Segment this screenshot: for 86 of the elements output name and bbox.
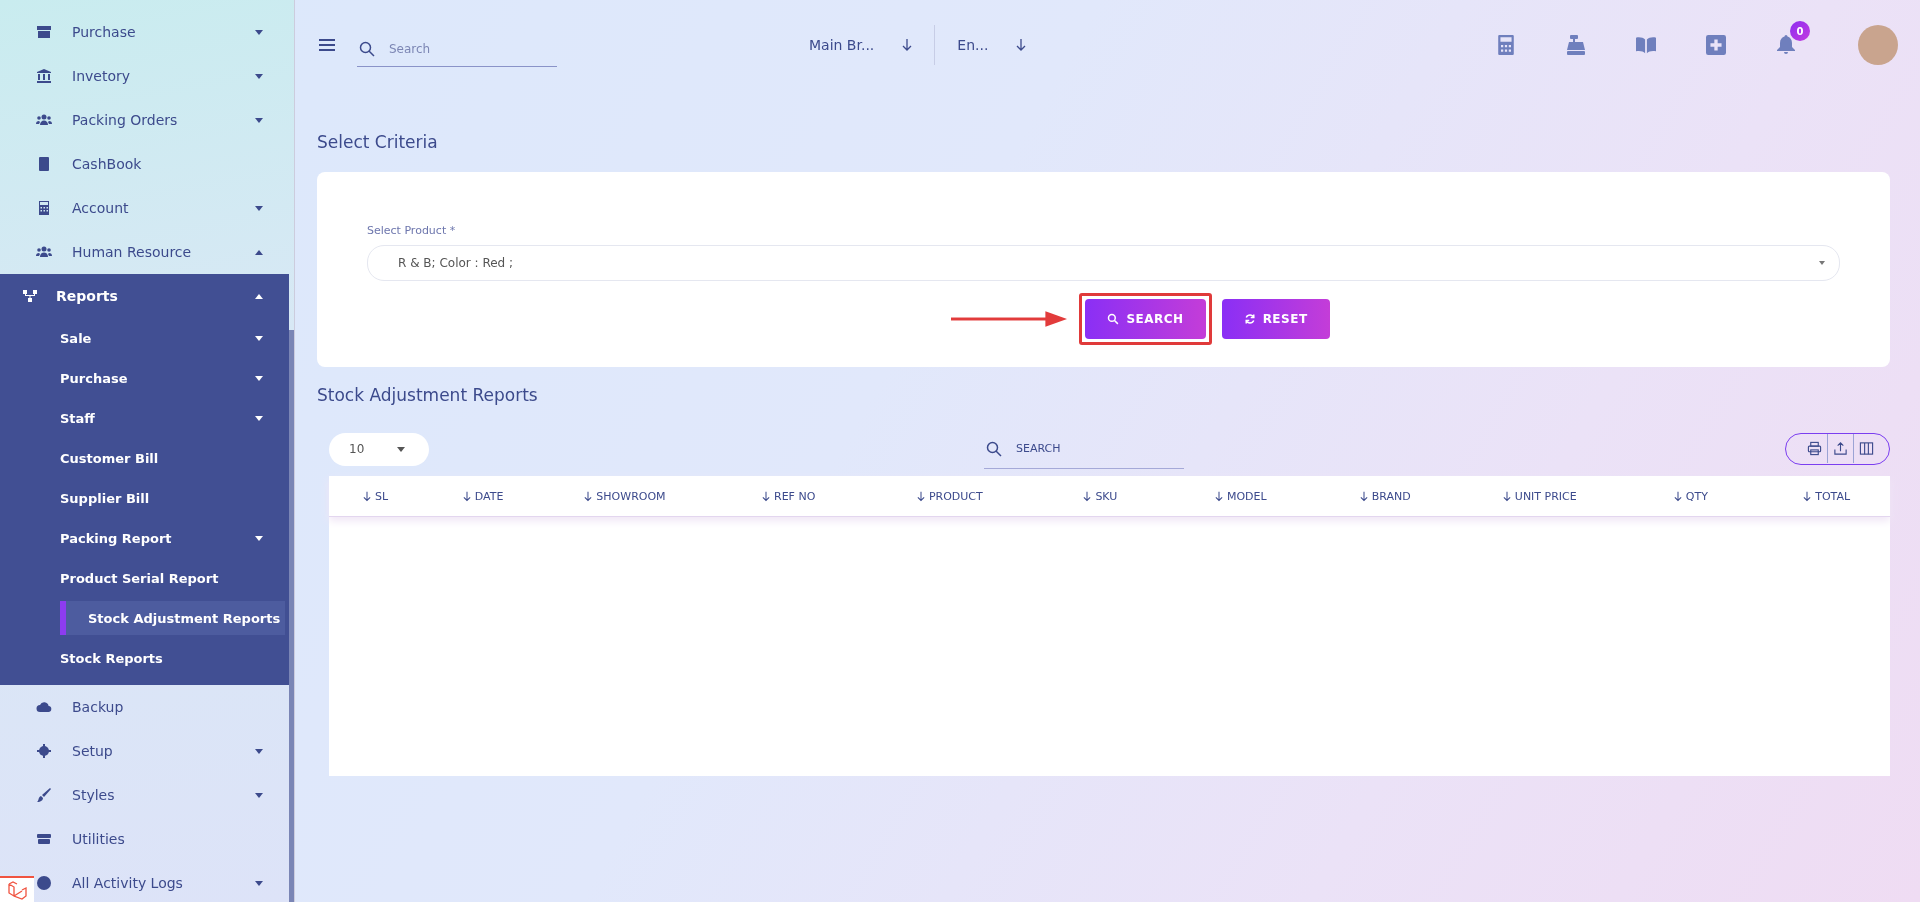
sidebar-item[interactable]: Account xyxy=(36,186,289,230)
caret-icon xyxy=(1819,261,1825,265)
arrow-down-icon xyxy=(1016,38,1027,52)
calculator-icon[interactable] xyxy=(1496,35,1516,55)
column-header[interactable]: SL xyxy=(375,489,389,503)
sort-arrow-icon[interactable] xyxy=(462,490,471,502)
column-header[interactable]: REF NO xyxy=(774,489,816,503)
section-title: Stock Adjustment Reports xyxy=(317,385,539,405)
bell-icon[interactable] xyxy=(1776,35,1796,55)
caret-icon xyxy=(255,880,263,886)
sort-arrow-icon[interactable] xyxy=(762,490,770,502)
column-header[interactable]: SHOWROOM xyxy=(596,489,666,503)
search-button[interactable]: SEARCH xyxy=(1085,299,1206,339)
sort-arrow-icon[interactable] xyxy=(584,490,593,502)
column-header[interactable]: PRODUCT xyxy=(928,489,983,503)
sort-arrow-icon[interactable] xyxy=(363,490,372,502)
box-icon xyxy=(36,831,52,847)
cash-register-icon[interactable] xyxy=(1566,35,1586,55)
bank-icon xyxy=(36,68,52,84)
sitemap-icon xyxy=(22,288,38,304)
brush-icon xyxy=(36,787,52,803)
column-header[interactable]: QTY xyxy=(1685,489,1708,503)
users-icon xyxy=(36,244,52,260)
column-header[interactable]: TOTAL xyxy=(1815,489,1851,503)
column-header[interactable]: SKU xyxy=(1095,489,1118,503)
sidebar-item[interactable]: CashBook xyxy=(36,142,289,186)
submenu-item[interactable]: Stock Adjustment Reports xyxy=(60,601,285,635)
submenu-item[interactable]: Staff xyxy=(0,398,289,438)
submenu-item[interactable]: Packing Report xyxy=(0,518,289,558)
sidebar-item[interactable]: Invetory xyxy=(36,54,289,98)
sort-arrow-icon[interactable] xyxy=(916,490,925,502)
submenu-item[interactable]: Supplier Bill xyxy=(0,478,289,518)
section-title: Select Criteria xyxy=(317,132,439,152)
search-field[interactable]: Search xyxy=(357,31,557,67)
table-search-field[interactable]: SEARCH xyxy=(984,429,1184,469)
submenu-item[interactable]: Sale xyxy=(0,318,289,358)
sort-arrow-icon[interactable] xyxy=(1502,490,1511,502)
sort-arrow-icon[interactable] xyxy=(1359,490,1368,502)
product-select[interactable]: R & B; Color : Red ; xyxy=(367,245,1840,281)
sidebar-item[interactable]: Setup xyxy=(36,729,289,773)
cloud-download-icon xyxy=(36,699,52,715)
refresh-icon xyxy=(1243,313,1256,325)
search-icon xyxy=(1107,313,1120,325)
sidebar-item[interactable]: Styles xyxy=(36,773,289,817)
notification-badge: 0 xyxy=(1790,21,1810,41)
column-header[interactable]: MODEL xyxy=(1226,489,1267,503)
column-header[interactable]: BRAND xyxy=(1371,489,1411,503)
page-size-dropdown[interactable]: 10 xyxy=(329,432,429,466)
sort-arrow-icon[interactable] xyxy=(1083,490,1092,502)
search-icon xyxy=(359,40,375,57)
caret-icon xyxy=(255,117,263,123)
submenu-item[interactable]: Stock Reports xyxy=(0,638,289,678)
debug-bar-logo-icon[interactable] xyxy=(0,876,34,902)
sidebar-item[interactable]: Backup xyxy=(36,685,289,729)
sidebar-item[interactable]: Utilities xyxy=(36,817,289,861)
submenu-item[interactable]: Purchase xyxy=(0,358,289,398)
caret-icon xyxy=(255,249,263,255)
caret-icon xyxy=(255,29,263,35)
caret-icon xyxy=(255,792,263,798)
caret-icon xyxy=(255,205,263,211)
caret-icon xyxy=(255,73,263,79)
sidebar-item[interactable]: Reports xyxy=(0,274,289,318)
search-icon xyxy=(986,440,1002,457)
scrollbar[interactable] xyxy=(289,330,294,902)
sort-arrow-icon[interactable] xyxy=(1673,490,1682,502)
branch-dropdown[interactable]: Main Br... xyxy=(787,37,935,53)
sidebar-item[interactable]: Packing Orders xyxy=(36,98,289,142)
column-header[interactable]: DATE xyxy=(474,489,504,503)
language-dropdown[interactable]: En... xyxy=(935,37,1049,53)
calculator-icon xyxy=(36,200,52,216)
caret-icon xyxy=(255,748,263,754)
users-icon xyxy=(36,112,52,128)
sidebar-item[interactable]: All Activity Logs xyxy=(36,861,289,902)
menu-icon[interactable] xyxy=(319,38,335,52)
caret-icon xyxy=(397,446,405,452)
reset-button[interactable]: RESET xyxy=(1221,299,1330,339)
store-icon xyxy=(36,24,52,40)
submenu-item[interactable]: Customer Bill xyxy=(0,438,289,478)
sidebar-item[interactable]: Purchase xyxy=(36,10,289,54)
field-label: Select Product * xyxy=(367,224,457,237)
column-header[interactable]: UNIT PRICE xyxy=(1514,489,1577,503)
sort-arrow-icon[interactable] xyxy=(1214,490,1223,502)
sidebar-item[interactable]: Human Resource xyxy=(36,230,289,274)
submenu-item[interactable]: Product Serial Report xyxy=(0,558,289,598)
arrow-down-icon xyxy=(902,38,913,52)
sort-arrow-icon[interactable] xyxy=(1803,490,1812,502)
